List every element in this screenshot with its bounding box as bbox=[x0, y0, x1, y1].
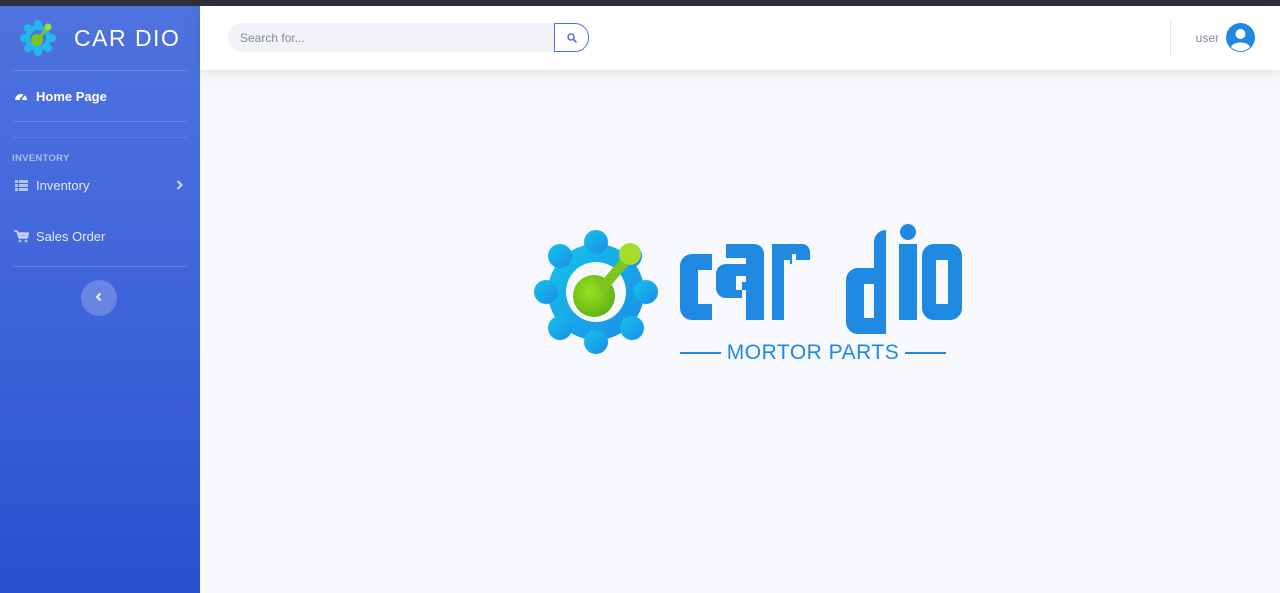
tagline-rule bbox=[905, 352, 947, 354]
sidebar: CAR DIO Home Page INVENTORY Inventory Sa… bbox=[0, 6, 200, 593]
search-input[interactable] bbox=[228, 23, 554, 52]
sidebar-brand[interactable]: CAR DIO bbox=[0, 6, 200, 70]
hero-logo: MORTOR PARTS bbox=[530, 224, 962, 374]
search-icon bbox=[566, 32, 577, 43]
sidebar-heading: INVENTORY bbox=[12, 153, 70, 164]
brand-gear-logo-icon bbox=[20, 20, 56, 56]
gear-logo-icon bbox=[534, 230, 658, 354]
topbar: user bbox=[200, 6, 1280, 70]
app-shell: CAR DIO Home Page INVENTORY Inventory Sa… bbox=[0, 6, 1280, 593]
sidebar-item-label: Inventory bbox=[36, 177, 90, 193]
user-name: user bbox=[1195, 30, 1219, 45]
tagline-text: MORTOR PARTS bbox=[726, 341, 900, 364]
sidebar-divider bbox=[13, 121, 187, 122]
table-icon bbox=[13, 178, 29, 192]
chevron-right-icon bbox=[176, 178, 183, 193]
chevron-left-icon bbox=[95, 289, 103, 307]
cart-icon bbox=[13, 229, 29, 243]
sidebar-divider bbox=[13, 137, 187, 138]
user-avatar-icon bbox=[1226, 23, 1255, 52]
sidebar-toggle-button[interactable] bbox=[81, 280, 117, 316]
sidebar-item-label: Sales Order bbox=[36, 228, 106, 244]
brand-name: CAR DIO bbox=[74, 24, 181, 51]
sidebar-item-inventory[interactable]: Inventory bbox=[0, 164, 200, 206]
dashboard-gauge-icon bbox=[13, 89, 29, 103]
user-menu[interactable]: user bbox=[1196, 23, 1255, 52]
main-content: user bbox=[200, 6, 1280, 593]
logo-tagline: MORTOR PARTS bbox=[680, 341, 947, 365]
car-dio-wordmark bbox=[680, 224, 962, 334]
search-button[interactable] bbox=[554, 23, 589, 52]
sidebar-item-home[interactable]: Home Page bbox=[0, 71, 200, 121]
sidebar-item-label: Home Page bbox=[36, 88, 107, 104]
search-form bbox=[228, 23, 589, 52]
sidebar-divider bbox=[13, 266, 187, 267]
topbar-divider bbox=[1170, 20, 1171, 56]
sidebar-item-sales-order[interactable]: Sales Order bbox=[0, 206, 200, 266]
tagline-rule bbox=[680, 352, 721, 354]
